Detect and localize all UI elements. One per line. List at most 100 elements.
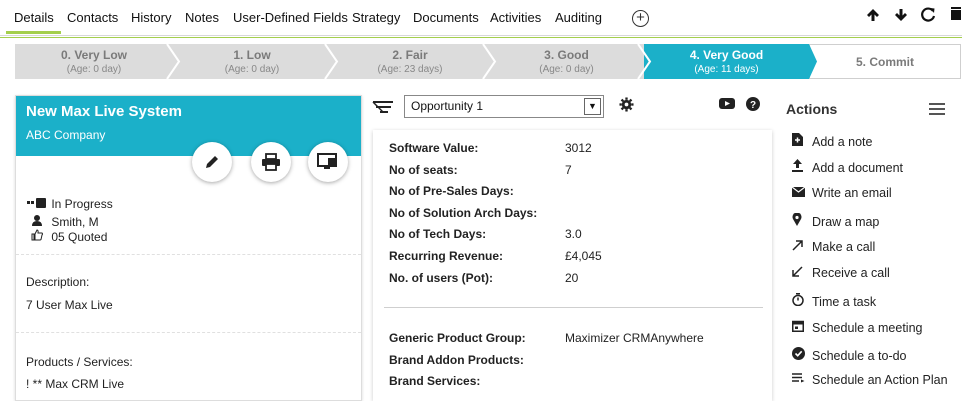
stage-name: 5. Commit	[855, 55, 914, 69]
owner-row: Smith, M	[26, 215, 99, 229]
refresh-icon[interactable]	[919, 7, 937, 25]
stage-name: 3. Good	[544, 48, 589, 62]
outgoing-call-icon	[792, 240, 812, 254]
tab-strategy[interactable]: Strategy	[352, 10, 400, 25]
tab-details[interactable]: Details	[14, 10, 54, 25]
printer-icon	[262, 152, 280, 171]
action-add-document[interactable]: Add a document	[792, 159, 903, 175]
field-value: 20	[565, 271, 579, 285]
field-value: Maximizer CRMAnywhere	[565, 331, 704, 345]
action-time-task[interactable]: Time a task	[792, 293, 876, 309]
pipeline-stage-fair[interactable]: 2. Fair (Age: 23 days)	[331, 44, 489, 79]
field-row: Brand Addon Products:	[389, 353, 565, 367]
pipeline-stage-commit[interactable]: 5. Commit	[809, 44, 961, 79]
menu-icon[interactable]	[929, 103, 945, 115]
sales-pipeline: 0. Very Low (Age: 0 day) 1. Low (Age: 0 …	[15, 44, 962, 79]
opportunity-title: New Max Live System	[26, 103, 182, 120]
stage-separator	[482, 44, 497, 79]
section-divider	[384, 307, 763, 308]
window-icon[interactable]	[947, 7, 962, 25]
field-label: No of Solution Arch Days:	[389, 206, 538, 220]
stage-separator	[166, 44, 181, 79]
filter-icon[interactable]	[371, 99, 395, 115]
field-row: No of Tech Days: 3.0	[389, 227, 582, 241]
action-add-note[interactable]: Add a note	[792, 133, 872, 149]
actions-title: Actions	[786, 101, 838, 117]
map-pin-icon	[792, 212, 812, 229]
field-value: 3012	[565, 141, 592, 155]
pipeline-stage-good[interactable]: 3. Good (Age: 0 day)	[489, 44, 644, 79]
tab-history[interactable]: History	[131, 10, 171, 25]
note-icon	[792, 133, 812, 149]
opportunity-select[interactable]: Opportunity 1 ▼	[404, 95, 604, 118]
edit-button[interactable]	[192, 142, 232, 182]
action-schedule-todo[interactable]: Schedule a to-do	[792, 347, 907, 363]
tab-user-defined-fields[interactable]: User-Defined Fields	[233, 10, 348, 25]
present-button[interactable]	[308, 142, 348, 182]
action-schedule-meeting[interactable]: Schedule a meeting	[792, 320, 923, 335]
field-label: Software Value:	[389, 141, 479, 155]
products-value: ! ** Max CRM Live	[26, 377, 125, 391]
action-write-email[interactable]: Write an email	[791, 186, 892, 200]
opportunity-select-value: Opportunity 1	[411, 99, 484, 113]
field-row: Recurring Revenue: £4,045	[389, 249, 602, 263]
thumbs-up-icon	[26, 229, 48, 244]
action-receive-call[interactable]: Receive a call	[792, 266, 890, 280]
gear-icon[interactable]	[618, 97, 634, 113]
chevron-down-icon[interactable]: ▼	[584, 98, 601, 115]
rating-value: 05 Quoted	[51, 230, 108, 244]
field-row: No. of users (Pot): 20	[389, 271, 578, 285]
field-label: No of seats:	[389, 163, 458, 177]
action-schedule-action-plan[interactable]: Schedule an Action Plan	[792, 373, 948, 387]
action-label: Receive a call	[812, 266, 890, 280]
stage-age: (Age: 0 day)	[224, 64, 280, 75]
tab-contacts[interactable]: Contacts	[67, 10, 118, 25]
field-label: Generic Product Group:	[389, 331, 526, 345]
help-icon[interactable]: ?	[745, 97, 761, 113]
rating-row: 05 Quoted	[26, 229, 107, 244]
pipeline-stage-very-low[interactable]: 0. Very Low (Age: 0 day)	[15, 44, 173, 79]
print-button[interactable]	[251, 142, 291, 182]
field-label: No of Tech Days:	[389, 227, 487, 241]
pipeline-stage-low[interactable]: 1. Low (Age: 0 day)	[173, 44, 331, 79]
field-label: Brand Addon Products:	[389, 353, 524, 367]
stage-age: (Age: 11 days)	[694, 64, 759, 75]
video-icon[interactable]	[719, 97, 735, 113]
stage-separator	[801, 44, 817, 79]
monitor-icon	[317, 152, 337, 169]
add-tab-icon[interactable]: +	[632, 10, 649, 27]
pipeline-stage-very-good[interactable]: 4. Very Good (Age: 11 days)	[644, 44, 809, 79]
field-row: Brand Services:	[389, 374, 565, 388]
action-draw-map[interactable]: Draw a map	[792, 212, 879, 229]
tab-bar: Details Contacts History Notes User-Defi…	[0, 0, 962, 36]
owner-value: Smith, M	[51, 215, 99, 229]
description-label: Description:	[26, 275, 90, 289]
tab-documents[interactable]: Documents	[413, 10, 479, 25]
field-label: No. of users (Pot):	[389, 271, 493, 285]
action-label: Schedule a meeting	[812, 321, 923, 335]
tab-bar-border	[0, 37, 962, 38]
field-row: Software Value: 3012	[389, 141, 592, 155]
svg-text:?: ?	[750, 100, 756, 111]
stopwatch-icon	[792, 293, 812, 309]
tab-auditing[interactable]: Auditing	[555, 10, 602, 25]
action-label: Add a document	[812, 161, 904, 175]
field-row: No of Solution Arch Days:	[389, 206, 565, 220]
action-label: Make a call	[812, 240, 876, 254]
check-circle-icon	[792, 347, 812, 363]
pencil-icon	[206, 155, 218, 168]
stage-name: 1. Low	[233, 48, 271, 62]
action-make-call[interactable]: Make a call	[792, 240, 875, 254]
stage-age: (Age: 23 days)	[377, 64, 443, 75]
arrow-down-icon[interactable]	[892, 7, 910, 25]
products-label: Products / Services:	[26, 355, 133, 369]
action-label: Schedule an Action Plan	[812, 373, 948, 387]
stage-age: (Age: 0 day)	[539, 64, 594, 75]
tab-notes[interactable]: Notes	[185, 10, 219, 25]
tab-activities[interactable]: Activities	[490, 10, 541, 25]
arrow-up-icon[interactable]	[864, 7, 882, 25]
user-icon	[26, 215, 48, 229]
upload-icon	[792, 159, 812, 175]
calendar-icon	[792, 320, 812, 335]
company-name[interactable]: ABC Company	[26, 128, 351, 142]
